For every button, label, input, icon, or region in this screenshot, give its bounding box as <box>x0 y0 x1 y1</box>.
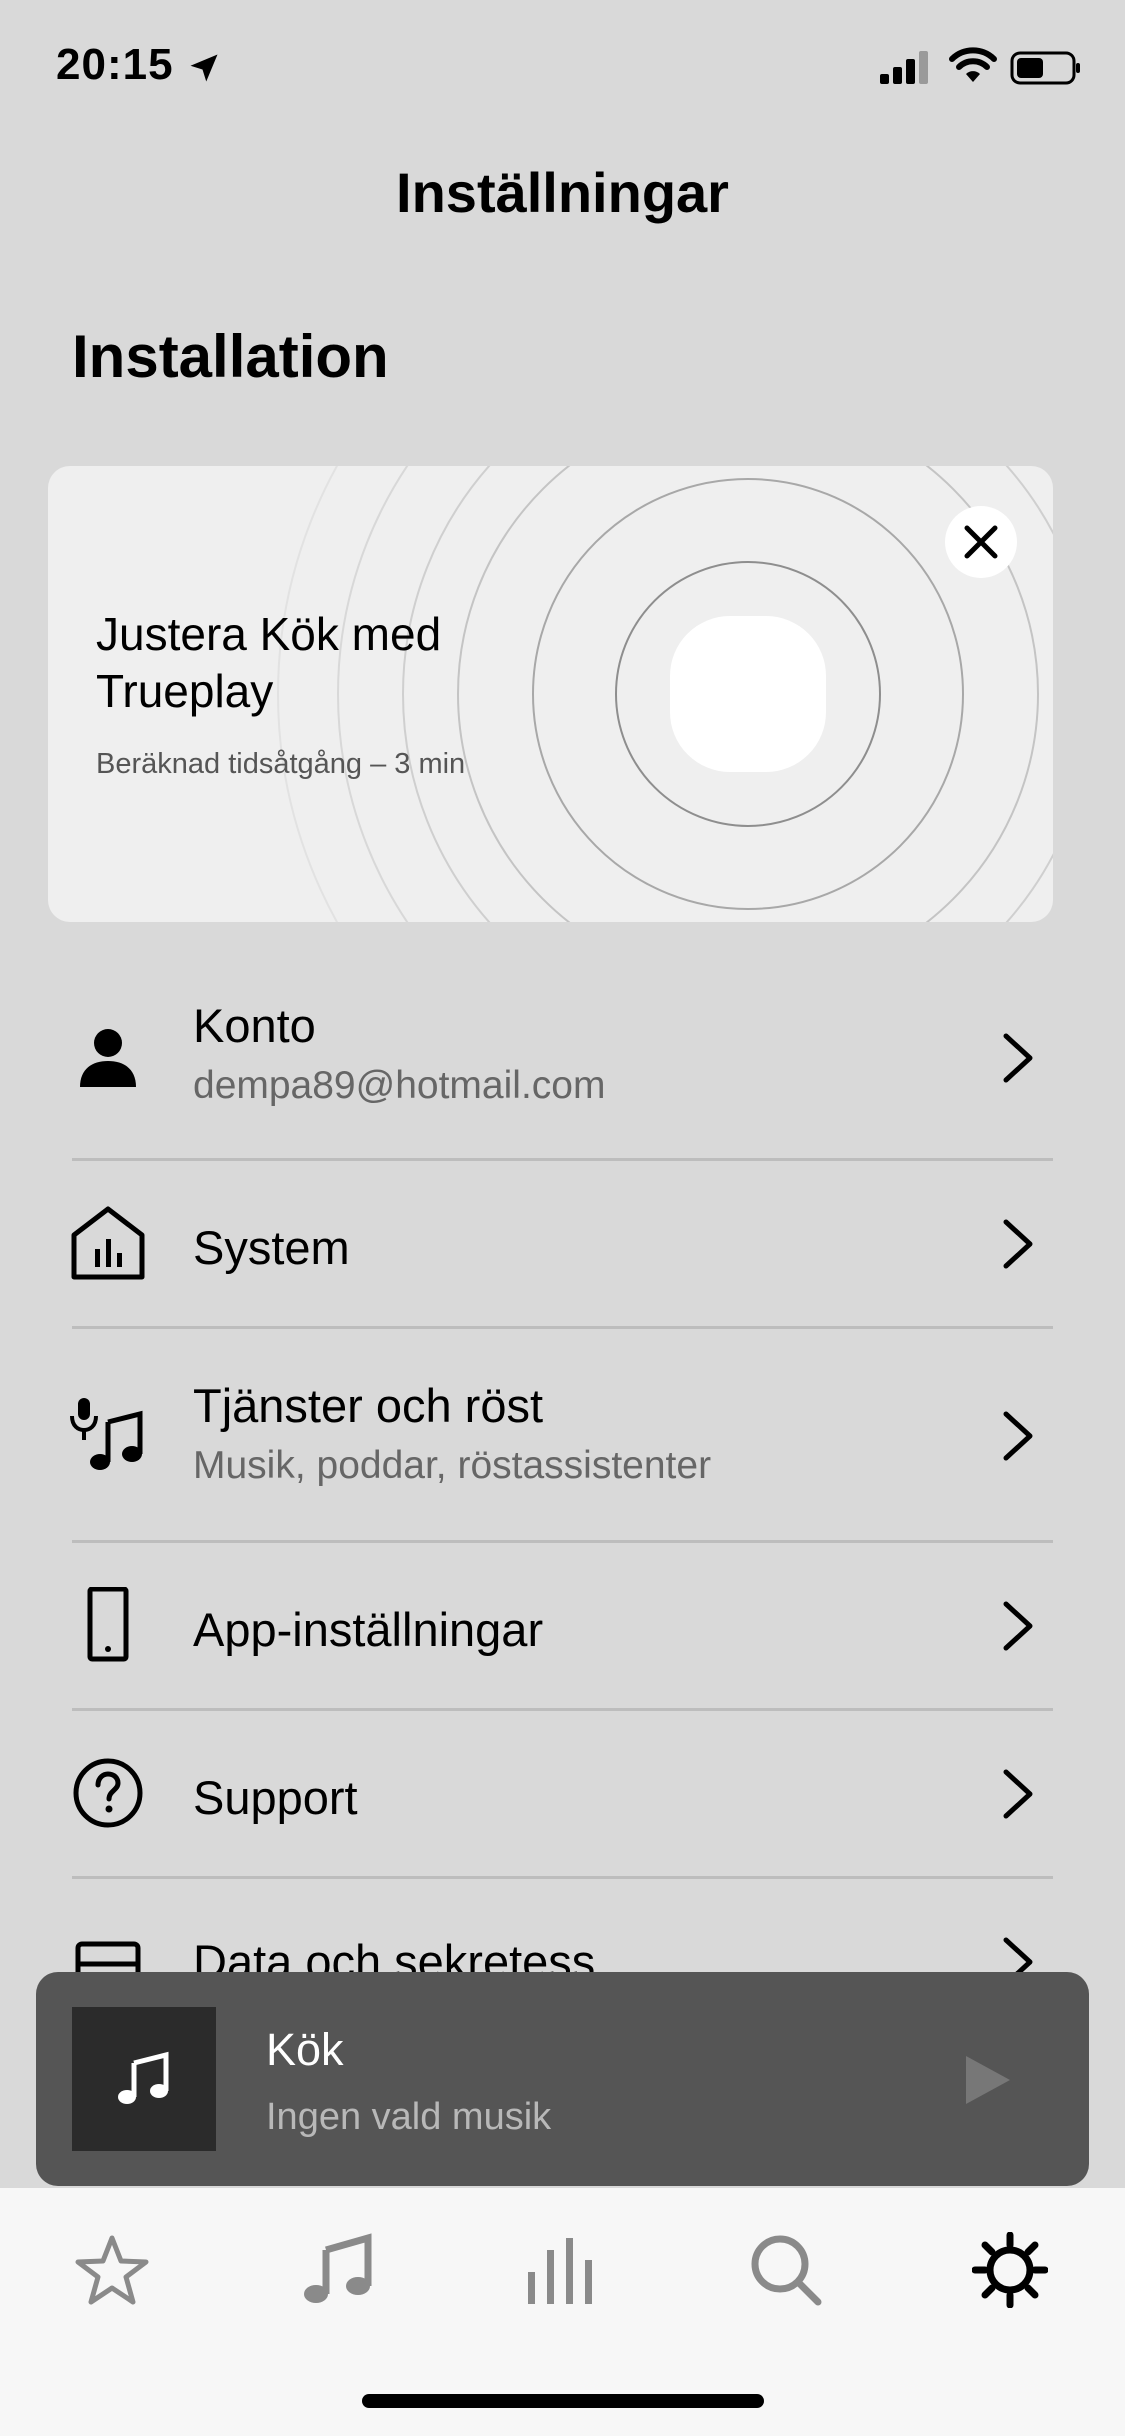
menu-item-label: System <box>193 1221 350 1274</box>
section-title: Installation <box>72 323 389 390</box>
chevron-right-icon <box>1003 1769 1033 1819</box>
wifi-icon <box>949 47 997 82</box>
music-note-icon <box>304 2233 372 2303</box>
menu-item-label: App-inställningar <box>193 1603 544 1656</box>
menu-item-subtitle: dempa89@hotmail.com <box>193 1064 606 1107</box>
menu-item-label: Tjänster och röst <box>193 1379 544 1432</box>
chevron-right-icon <box>1003 1601 1033 1651</box>
mic-music-icon <box>70 1398 143 1470</box>
now-playing-room: Kök <box>266 2024 344 2075</box>
card-title: Justera Kök med Trueplay <box>96 608 442 717</box>
now-playing-bar[interactable]: Kök Ingen vald musik <box>36 1972 1089 2186</box>
close-icon <box>964 525 998 559</box>
house-bars-icon <box>71 1206 145 1280</box>
now-playing-status: Ingen vald musik <box>266 2096 552 2138</box>
menu-item-app-settings[interactable]: App-inställningar <box>0 1542 1125 1708</box>
person-icon <box>80 1029 136 1087</box>
music-note-icon <box>118 2051 169 2104</box>
page-title: Inställningar <box>396 161 729 224</box>
status-bar: 20:15 <box>0 0 1125 140</box>
menu-item-account[interactable]: Konto dempa89@hotmail.com <box>0 954 1125 1160</box>
card-subtitle: Beräknad tidsåtgång – 3 min <box>96 748 466 780</box>
chevron-right-icon <box>1003 1411 1033 1461</box>
equalizer-bars-icon <box>528 2238 592 2304</box>
cellular-signal-icon <box>880 51 928 84</box>
battery-icon <box>1010 51 1080 85</box>
phone-icon <box>87 1587 129 1662</box>
menu-item-label: Support <box>193 1771 358 1824</box>
menu-item-system[interactable]: System <box>0 1160 1125 1326</box>
menu-item-subtitle: Musik, poddar, röstassistenter <box>193 1444 712 1487</box>
chevron-right-icon <box>1003 1219 1033 1269</box>
chevron-right-icon <box>1003 1033 1033 1083</box>
star-icon <box>75 2235 149 2305</box>
play-icon[interactable] <box>960 2052 1016 2108</box>
close-button[interactable] <box>945 506 1017 578</box>
tab-music[interactable] <box>298 2230 378 2310</box>
search-icon <box>751 2235 822 2306</box>
trueplay-card[interactable]: Justera Kök med Trueplay Beräknad tidsåt… <box>48 466 1053 922</box>
tab-favorites[interactable] <box>72 2230 152 2310</box>
tab-system[interactable] <box>522 2230 602 2310</box>
menu-item-label: Konto <box>193 999 316 1052</box>
menu-item-support[interactable]: Support <box>0 1710 1125 1876</box>
gear-icon <box>972 2232 1048 2308</box>
question-circle-icon <box>73 1758 143 1828</box>
location-arrow-icon <box>190 54 218 82</box>
tab-settings[interactable] <box>970 2230 1050 2310</box>
tab-search[interactable] <box>746 2230 826 2310</box>
album-art <box>72 2007 216 2151</box>
home-indicator <box>362 2394 764 2408</box>
status-time: 20:15 <box>56 40 174 89</box>
menu-item-services-voice[interactable]: Tjänster och röst Musik, poddar, röstass… <box>0 1328 1125 1540</box>
